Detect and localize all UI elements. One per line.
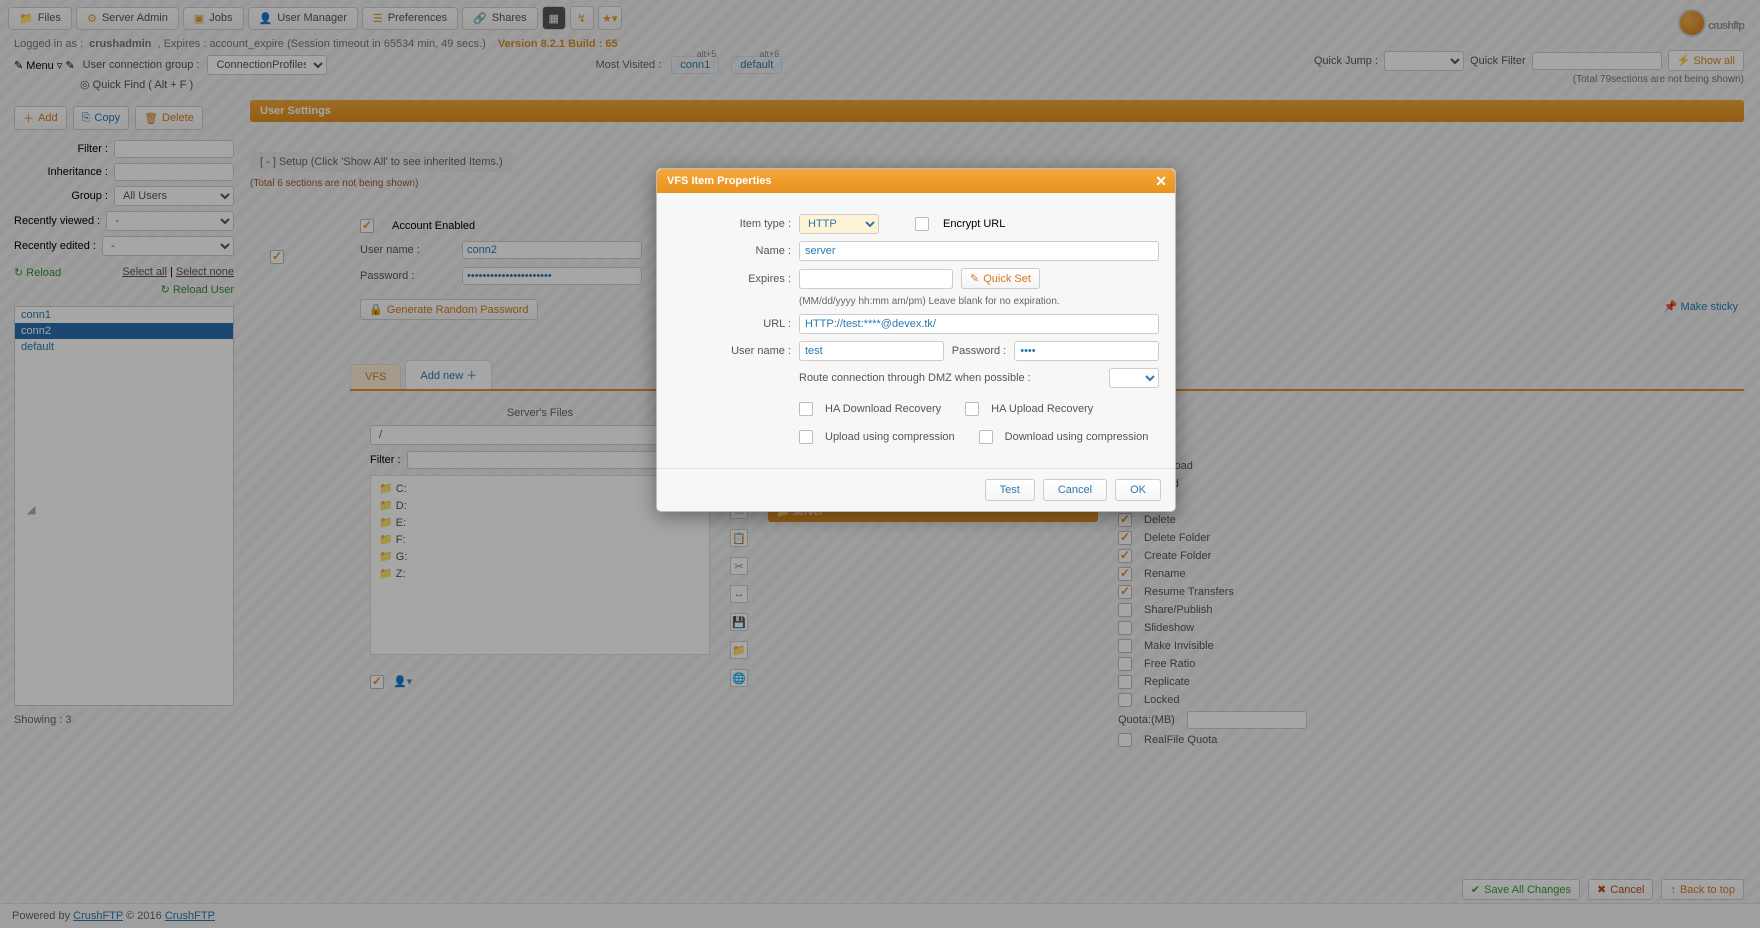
ha-upload-checkbox[interactable]: [965, 402, 979, 416]
dmz-select[interactable]: [1109, 368, 1159, 388]
modal-username-input[interactable]: [799, 341, 944, 361]
ha-download-label: HA Download Recovery: [825, 403, 941, 415]
modal-username-label: User name :: [673, 345, 791, 357]
modal-footer: Test Cancel OK: [657, 468, 1175, 511]
modal-password-label: Password :: [952, 345, 1006, 357]
expires-label: Expires :: [673, 273, 791, 285]
modal-password-input[interactable]: [1014, 341, 1159, 361]
upload-compression-checkbox[interactable]: [799, 430, 813, 444]
item-type-select[interactable]: HTTP: [799, 214, 879, 234]
item-type-label: Item type :: [673, 218, 791, 230]
encrypt-url-label: Encrypt URL: [943, 218, 1005, 230]
name-label: Name :: [673, 245, 791, 257]
encrypt-url-checkbox[interactable]: [915, 217, 929, 231]
ha-upload-label: HA Upload Recovery: [991, 403, 1093, 415]
ok-button[interactable]: OK: [1115, 479, 1161, 501]
expires-input[interactable]: [799, 269, 953, 289]
ha-download-checkbox[interactable]: [799, 402, 813, 416]
download-compression-checkbox[interactable]: [979, 430, 993, 444]
close-icon[interactable]: ✕: [1155, 173, 1167, 190]
download-compression-label: Download using compression: [1005, 431, 1149, 443]
url-label: URL :: [673, 318, 791, 330]
modal-header[interactable]: VFS Item Properties ✕: [657, 169, 1175, 193]
dmz-label: Route connection through DMZ when possib…: [799, 372, 1101, 384]
name-input[interactable]: [799, 241, 1159, 261]
upload-compression-label: Upload using compression: [825, 431, 955, 443]
expires-hint: (MM/dd/yyyy hh:mm am/pm) Leave blank for…: [799, 296, 1159, 307]
vfs-properties-modal: VFS Item Properties ✕ Item type : HTTP E…: [656, 168, 1176, 512]
modal-title: VFS Item Properties: [667, 175, 772, 187]
quick-set-button[interactable]: ✎ Quick Set: [961, 268, 1040, 289]
modal-cancel-button[interactable]: Cancel: [1043, 479, 1107, 501]
test-button[interactable]: Test: [985, 479, 1035, 501]
url-input[interactable]: [799, 314, 1159, 334]
